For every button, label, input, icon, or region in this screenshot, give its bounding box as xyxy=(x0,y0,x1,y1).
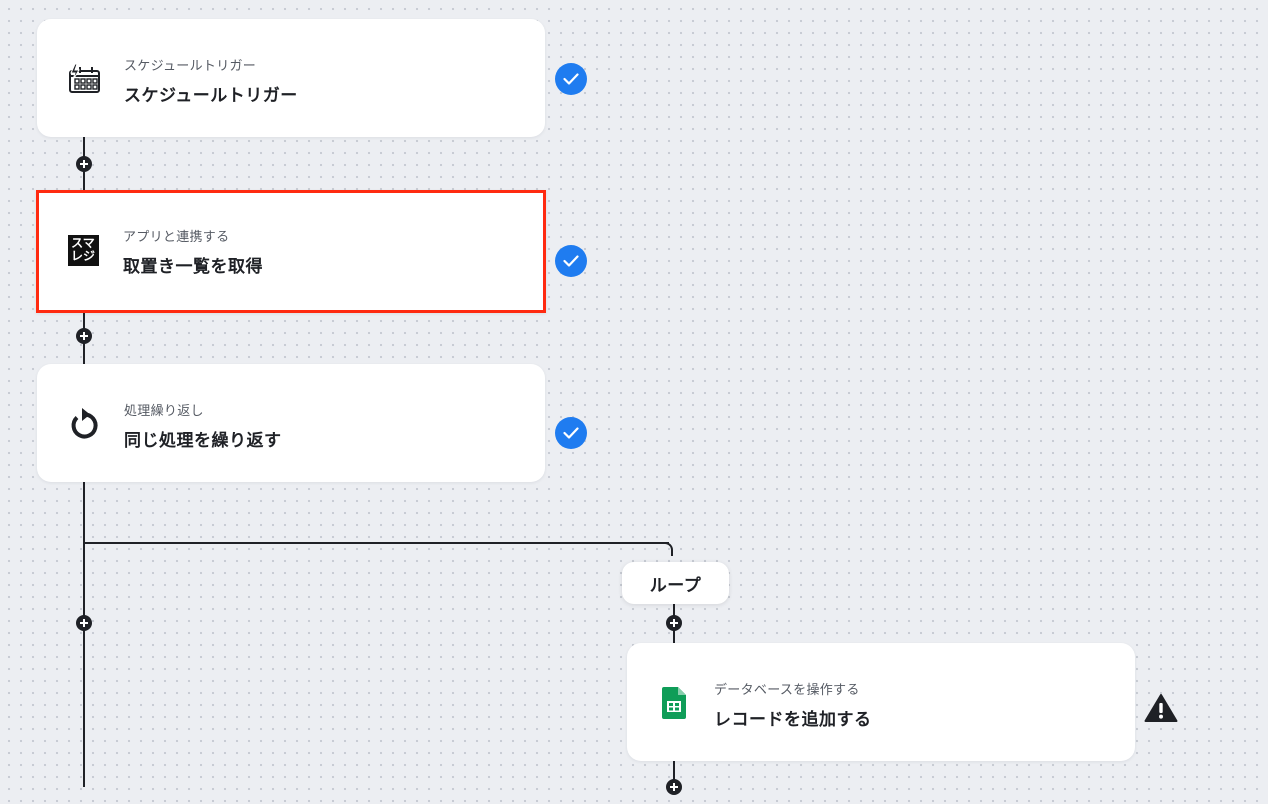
loop-label[interactable]: ループ xyxy=(622,562,729,604)
step-subtitle: スケジュールトリガー xyxy=(124,59,257,74)
step-title: スケジュールトリガー xyxy=(124,86,298,106)
check-icon xyxy=(555,63,587,95)
connector-line-branch-horizontal xyxy=(84,542,669,544)
smaregi-logo: スマ レジ xyxy=(66,233,100,267)
check-icon xyxy=(555,245,587,277)
flow-canvas: スケジュールトリガー スケジュールトリガー スマ レジ アプリと連携する 取置き… xyxy=(0,0,1268,804)
add-step-button[interactable] xyxy=(76,615,92,631)
add-step-button[interactable] xyxy=(76,156,92,172)
step-card-app-integration[interactable]: スマ レジ アプリと連携する 取置き一覧を取得 xyxy=(36,190,546,313)
warning-icon xyxy=(1144,693,1178,723)
step-subtitle: アプリと連携する xyxy=(123,230,230,245)
step-subtitle: データベースを操作する xyxy=(714,683,860,698)
calendar-bolt-icon xyxy=(67,62,101,96)
step-card-schedule-trigger[interactable]: スケジュールトリガー スケジュールトリガー xyxy=(37,19,545,137)
step-card-database[interactable]: データベースを操作する レコードを追加する xyxy=(627,643,1135,761)
smaregi-logo-text-bottom: レジ xyxy=(70,249,95,263)
repeat-icon xyxy=(67,407,101,441)
add-step-button[interactable] xyxy=(666,779,682,795)
add-step-button[interactable] xyxy=(666,615,682,631)
step-title: 取置き一覧を取得 xyxy=(123,257,263,277)
step-title: レコードを追加する xyxy=(714,710,872,730)
step-subtitle: 処理繰り返し xyxy=(124,404,204,419)
google-sheets-icon xyxy=(657,686,691,720)
check-icon xyxy=(555,417,587,449)
connector-line-branch-corner xyxy=(664,542,673,556)
step-title: 同じ処理を繰り返す xyxy=(124,431,282,451)
add-step-button[interactable] xyxy=(76,328,92,344)
step-card-repeat[interactable]: 処理繰り返し 同じ処理を繰り返す xyxy=(37,364,545,482)
